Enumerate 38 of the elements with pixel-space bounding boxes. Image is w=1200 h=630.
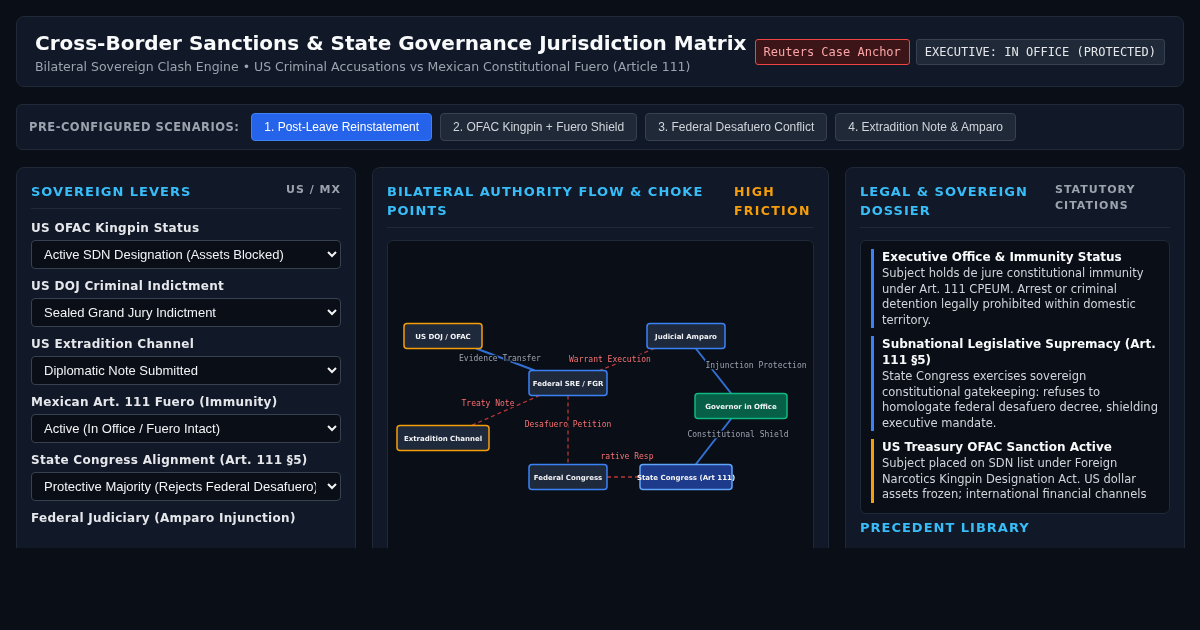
edge-label: Evidence Transfer (459, 354, 541, 363)
entry-text: State Congress exercises sovereign constitutional gatekeeping: refuses to homologate federal desafuero decree, shielding executive mandate. (882, 369, 1159, 431)
dropdown[interactable]: Active (In Office / Fuero Intact) (31, 414, 341, 443)
dropdown[interactable]: Active SDN Designation (Assets Blocked) (31, 240, 341, 269)
edge-label: Warrant Execution (569, 355, 651, 364)
status-badge: EXECUTIVE: IN OFFICE (PROTECTED) (915, 39, 1165, 65)
panel-tag: US / MX (286, 182, 341, 198)
scenario-button[interactable]: 2. OFAC Kingpin + Fuero Shield (440, 113, 638, 141)
edge-label: Treaty Note (461, 399, 515, 408)
panel-title: BILATERAL AUTHORITY FLOW & CHOKE POINTS (387, 183, 705, 220)
field-label: Mexican Art. 111 Fuero (Immunity) (31, 395, 279, 409)
dropdown[interactable]: Sealed Grand Jury Indictment (31, 298, 341, 327)
edge-label: Desafuero Petition (524, 420, 612, 429)
panel-title: SOVEREIGN LEVERS (31, 183, 192, 201)
entry-text: Subject holds de jure constitutional immunity under Art. 111 CPEUM. Arrest or criminal detention legally prohibited within domestic territory. (882, 266, 1145, 328)
entry-text: Subject placed on SDN list under Foreign Narcotics Kingpin Designation Act. US dollar assets frozen; international financial channels (882, 456, 1148, 503)
field-label: State Congress Alignment (Art. 111 §5) (31, 453, 309, 467)
dropdown[interactable]: Diplomatic Note Submitted (31, 356, 341, 385)
conflict-connector (567, 394, 569, 466)
scenario-button[interactable]: 1. Post-Leave Reinstatement (251, 113, 433, 141)
entry-title: Executive Office & Immunity Status (882, 249, 1123, 265)
field-label: US DOJ Criminal Indictment (31, 279, 226, 293)
field-label: Federal Judiciary (Amparo Injunction) (31, 511, 297, 525)
page-title: Cross-Border Sanctions & State Governance Jurisdiction Matrix (35, 30, 747, 55)
field-label: US Extradition Channel (31, 337, 196, 351)
section-title: PRECEDENT LIBRARY (860, 519, 1031, 535)
field-label: US OFAC Kingpin Status (31, 221, 201, 235)
scenario-button[interactable]: 3. Federal Desafuero Conflict (645, 113, 828, 141)
panel-title: LEGAL & SOVEREIGN DOSSIER (860, 183, 1029, 220)
entry-title: Subnational Legislative Supremacy (Art. 111 §5) (882, 336, 1157, 368)
friction-tag: HIGH FRICTION (734, 182, 814, 220)
page-subtitle: Bilateral Sovereign Clash Engine • US Criminal Accusations vs Mexican Constitutional Fuero (Article 111) (35, 58, 692, 74)
edge-label: rative Resp (600, 452, 654, 461)
scenarios-label: PRE-CONFIGURED SCENARIOS: (29, 120, 240, 134)
panel-tag: STATUTORY CITATIONS (1055, 182, 1170, 214)
scenario-button[interactable]: 4. Extradition Note & Amparo (835, 113, 1016, 141)
entry-title: US Treasury OFAC Sanction Active (882, 439, 1113, 455)
case-badge: Reuters Case Anchor (754, 39, 910, 65)
